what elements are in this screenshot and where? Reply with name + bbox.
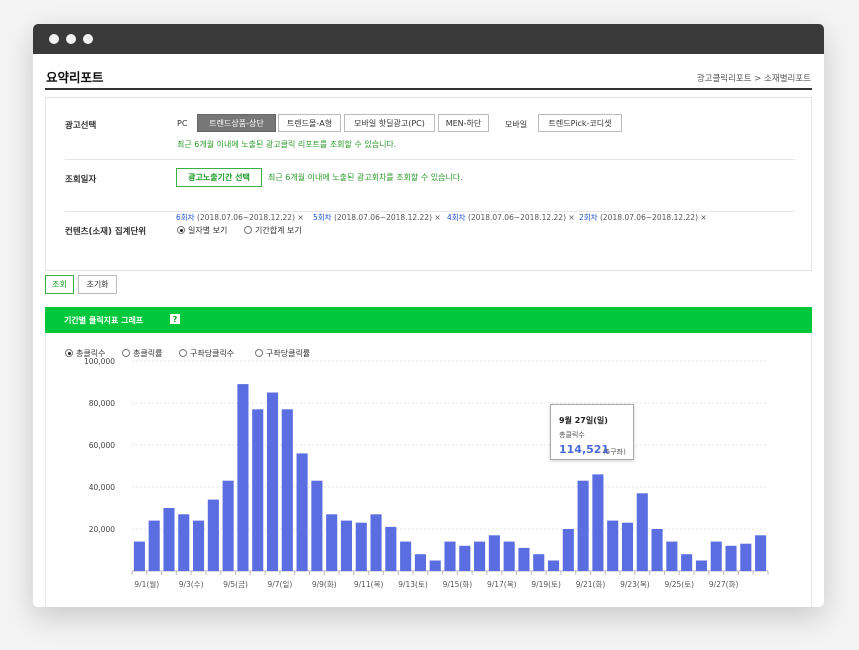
mobile-label: 모바일 xyxy=(505,120,528,129)
chart-panel xyxy=(45,333,812,607)
pc-label: PC xyxy=(177,119,188,128)
browser-window: 요약리포트 광고클릭리포트 > 소재별리포트 광고선택 PC 트렌드상품-상단 … xyxy=(33,24,824,607)
date-select-label: 조회일자 xyxy=(65,175,97,185)
radio-ctr-per-slot[interactable]: 구좌당클릭률 xyxy=(255,348,310,359)
round-chip: 4회차 (2018.07.06~2018.12.22) × xyxy=(447,213,575,222)
window-titlebar xyxy=(33,24,824,54)
remove-icon[interactable]: × xyxy=(297,213,303,222)
graph-header: 기간별 클릭지표 그래프 ? xyxy=(45,307,812,333)
title-divider xyxy=(45,88,812,90)
tooltip-unit: (5구좌) xyxy=(603,448,626,456)
unit-select-label: 컨텐츠(소재) 집계단위 xyxy=(65,227,147,237)
radio-unchecked-icon xyxy=(179,349,187,357)
page-title: 요약리포트 xyxy=(46,70,104,85)
search-button[interactable]: 조회 xyxy=(45,275,74,294)
window-dot-icon xyxy=(66,34,76,44)
window-dot-icon xyxy=(83,34,93,44)
round-chip: 6회차 (2018.07.06~2018.12.22) × xyxy=(176,213,304,222)
radio-clicks-per-slot[interactable]: 구좌당클릭수 xyxy=(179,348,234,359)
radio-unchecked-icon xyxy=(122,349,130,357)
window-dot-icon xyxy=(49,34,59,44)
chart-tooltip: 9월 27일(일) 총클릭수 114,521 (5구좌) xyxy=(550,404,634,460)
ad-select-note: 최근 6개월 이내에 노출된 광고클릭 리포트를 조회할 수 있습니다. xyxy=(177,140,397,149)
radio-daily-view[interactable]: 일자별 보기 xyxy=(177,225,227,236)
ad-option-button[interactable]: MEN-하단 xyxy=(438,114,489,132)
remove-icon[interactable]: × xyxy=(434,213,440,222)
radio-unchecked-icon xyxy=(244,226,252,234)
round-chip: 2회차 (2018.07.06~2018.12.22) × xyxy=(579,213,707,222)
ad-option-button[interactable]: 트렌드몰-A형 xyxy=(278,114,341,132)
tooltip-value: 114,521 xyxy=(559,443,610,456)
page-content: 요약리포트 광고클릭리포트 > 소재별리포트 광고선택 PC 트렌드상품-상단 … xyxy=(33,54,824,607)
radio-total-ctr[interactable]: 총클릭률 xyxy=(122,348,162,359)
radio-checked-icon xyxy=(177,226,185,234)
graph-title: 기간별 클릭지표 그래프 xyxy=(64,316,144,325)
ad-select-label: 광고선택 xyxy=(65,121,97,131)
ad-option-button[interactable]: 트렌드상품-상단 xyxy=(197,114,276,132)
remove-icon[interactable]: × xyxy=(700,213,706,222)
radio-period-total-view[interactable]: 기간합계 보기 xyxy=(244,225,302,236)
reset-button[interactable]: 초기화 xyxy=(78,275,117,294)
breadcrumb: 광고클릭리포트 > 소재별리포트 xyxy=(696,74,811,84)
radio-total-clicks[interactable]: 총클릭수 xyxy=(65,348,105,359)
radio-checked-icon xyxy=(65,349,73,357)
ad-option-button[interactable]: 트렌드Pick-코디셋 xyxy=(538,114,622,132)
ad-period-select-button[interactable]: 광고노출기간 선택 xyxy=(176,168,262,187)
help-icon[interactable]: ? xyxy=(170,314,180,324)
date-select-note: 최근 6개월 이내에 노출된 광고회차를 조회할 수 있습니다. xyxy=(268,173,463,182)
tooltip-label: 총클릭수 xyxy=(559,431,585,439)
remove-icon[interactable]: × xyxy=(568,213,574,222)
tooltip-date: 9월 27일(일) xyxy=(559,416,608,425)
radio-unchecked-icon xyxy=(255,349,263,357)
round-chip: 5회차 (2018.07.06~2018.12.22) × xyxy=(313,213,441,222)
filter-panel: 광고선택 PC 트렌드상품-상단 트렌드몰-A형 모바일 핫딜광고(PC) ME… xyxy=(45,97,812,271)
ad-option-button[interactable]: 모바일 핫딜광고(PC) xyxy=(344,114,435,132)
row-divider xyxy=(65,159,795,160)
